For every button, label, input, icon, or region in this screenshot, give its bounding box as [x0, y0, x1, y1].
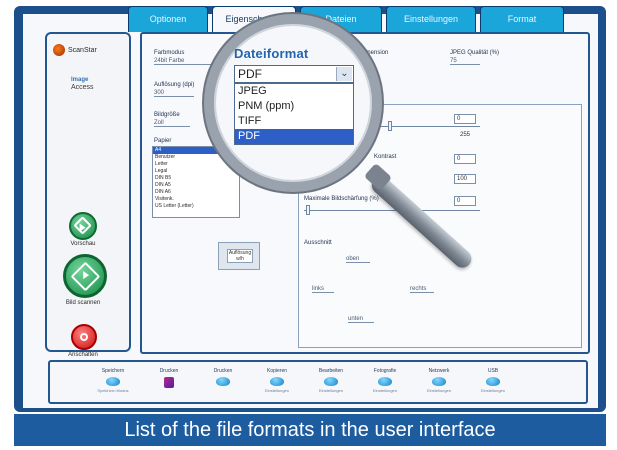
- brand-logo: ScanStar: [53, 44, 97, 56]
- jpeg-quality-select[interactable]: 75: [450, 58, 480, 65]
- scan-profile-icon: [486, 377, 500, 386]
- aufloesung-select[interactable]: 300: [154, 90, 194, 97]
- scan-button[interactable]: [63, 254, 107, 298]
- profile-item[interactable]: Bearbeiten Einstellungen: [308, 368, 354, 393]
- file-format-control: Dateiformat PDF ⌄ JPEG PNM (ppm) TIFF PD…: [234, 46, 372, 145]
- list-item[interactable]: Legal: [153, 168, 239, 175]
- profile-item[interactable]: Fotografie Einstellungen: [362, 368, 408, 393]
- crop-preview: Auflösung w/h: [218, 242, 260, 270]
- profile-bar: Speichern Speichern Modus Drucken Drucke…: [48, 360, 588, 404]
- bildgroesse-label: Bildgröße: [154, 112, 180, 118]
- crop-inner: Auflösung w/h: [227, 249, 253, 263]
- preview-button[interactable]: [69, 212, 97, 240]
- brightness-max: 255: [460, 132, 471, 138]
- brightness-input[interactable]: 0: [454, 114, 476, 124]
- left-panel: ScanStar Image Access Vorschau Bild scann…: [45, 32, 131, 358]
- profile-item[interactable]: Drucken: [146, 368, 192, 390]
- list-item[interactable]: DIN B5: [153, 175, 239, 182]
- profile-item[interactable]: USB Einstellungen: [470, 368, 516, 393]
- file-format-option-pnm[interactable]: PNM (ppm): [235, 99, 353, 114]
- scan-profile-icon: [216, 377, 230, 386]
- list-item[interactable]: US Letter (Letter): [153, 203, 239, 210]
- profile-item[interactable]: Netzwerk Einstellungen: [416, 368, 462, 393]
- start-icon: [70, 261, 100, 291]
- profile-item[interactable]: Drucken: [200, 368, 246, 388]
- papier-label: Papier: [154, 138, 172, 144]
- list-item[interactable]: Visitenk.: [153, 196, 239, 203]
- sharpness-label: Maximale Bildschärfung (%): [304, 196, 379, 202]
- brand-icon: [53, 44, 65, 56]
- sharpness-knob[interactable]: [306, 205, 310, 215]
- brightness-knob[interactable]: [388, 121, 392, 131]
- start-icon: [73, 216, 93, 236]
- scan-profile-icon: [106, 377, 120, 386]
- ausschnitt-label: Ausschnitt: [304, 240, 332, 246]
- magnifier-lens: Dateiformat PDF ⌄ JPEG PNM (ppm) TIFF PD…: [204, 14, 382, 192]
- file-format-option-tiff[interactable]: TIFF: [235, 114, 353, 129]
- tab-optionen[interactable]: Optionen: [128, 6, 208, 32]
- image-access-logo: Image Access: [71, 77, 94, 91]
- file-format-option-jpeg[interactable]: JPEG: [235, 84, 353, 99]
- kontrast-input[interactable]: 0: [454, 154, 476, 164]
- scan-profile-icon: [432, 377, 446, 386]
- file-format-options: JPEG PNM (ppm) TIFF PDF: [234, 83, 354, 145]
- file-format-dropdown[interactable]: PDF ⌄: [234, 65, 354, 83]
- sharpness-input[interactable]: 0: [454, 196, 476, 206]
- crop-left-input[interactable]: links: [312, 286, 334, 293]
- kontrast-label: Kontrast: [374, 154, 397, 160]
- scan-profile-icon: [378, 377, 392, 386]
- list-item[interactable]: DIN A5: [153, 182, 239, 189]
- crop-top-input[interactable]: oben: [346, 256, 370, 263]
- stop-button[interactable]: [71, 324, 97, 350]
- caption-bar: List of the file formats in the user int…: [14, 414, 606, 446]
- scan-label: Bild scannen: [65, 300, 101, 306]
- chevron-down-icon[interactable]: ⌄: [336, 67, 352, 81]
- profile-item[interactable]: Kopieren Einstellungen: [254, 368, 300, 393]
- crop-bottom-input[interactable]: unten: [348, 316, 374, 323]
- list-item[interactable]: DIN A6: [153, 189, 239, 196]
- stop-icon: [80, 333, 88, 341]
- tab-einstellungen[interactable]: Einstellungen: [386, 6, 476, 32]
- preview-label: Vorschau: [70, 241, 96, 247]
- gamma-input[interactable]: 100: [454, 174, 476, 184]
- file-format-option-pdf[interactable]: PDF: [235, 129, 353, 144]
- tab-bar: Optionen Eigenschaften Dateien Einstellu…: [128, 6, 598, 32]
- stop-label: Anschalten: [68, 352, 98, 358]
- profile-item[interactable]: Speichern Speichern Modus: [90, 368, 136, 393]
- sharpness-slider[interactable]: [304, 210, 480, 214]
- farbmodus-select[interactable]: 24bit Farbe: [154, 58, 214, 65]
- document-icon: [164, 377, 174, 388]
- file-format-selected: PDF: [238, 67, 262, 81]
- scan-profile-icon: [324, 377, 338, 386]
- aufloesung-label: Auflösung (dpi): [154, 82, 195, 88]
- bildgroesse-select[interactable]: Zoll: [154, 120, 190, 127]
- farbmodus-label: Farbmodus: [154, 50, 185, 56]
- scan-profile-icon: [270, 377, 284, 386]
- crop-right-input[interactable]: rechts: [410, 286, 434, 293]
- tab-format[interactable]: Format: [480, 6, 564, 32]
- file-format-title: Dateiformat: [234, 46, 309, 61]
- jpeg-quality-label: JPEG Qualität (%): [450, 50, 500, 56]
